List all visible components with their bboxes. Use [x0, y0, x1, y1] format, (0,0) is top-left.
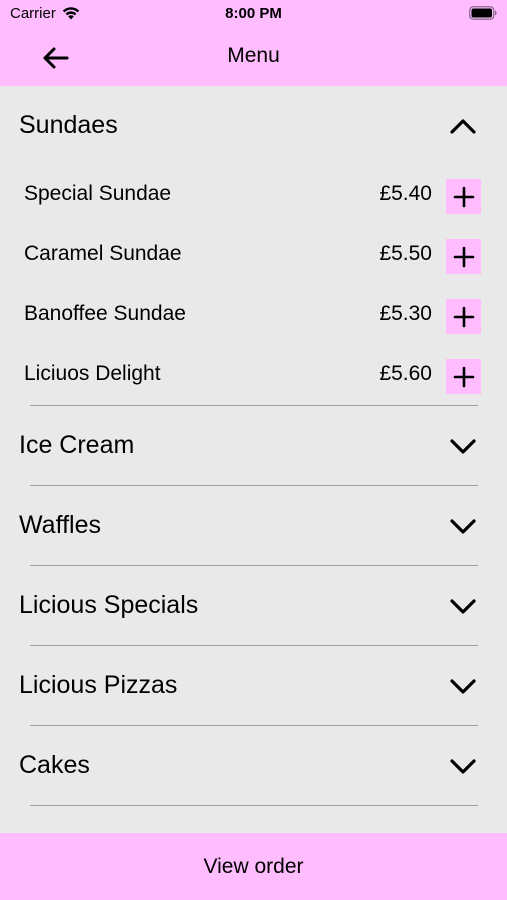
divider [30, 805, 478, 806]
plus-icon [453, 306, 474, 327]
chevron-down-icon [450, 679, 476, 694]
section-title: Cakes [19, 751, 90, 779]
section-header-licious-specials[interactable]: Licious Specials [0, 566, 507, 646]
section-title: Licious Pizzas [19, 671, 178, 699]
section-title: Sundaes [19, 111, 118, 139]
page-title: Menu [227, 44, 280, 67]
item-price: £5.50 [379, 242, 432, 265]
section-header-sundaes[interactable]: Sundaes [0, 86, 507, 166]
chevron-up-icon [450, 119, 476, 134]
add-item-button[interactable] [446, 179, 481, 214]
plus-icon [453, 186, 474, 207]
item-name: Banoffee Sundae [24, 302, 186, 325]
status-time: 8:00 PM [225, 5, 282, 22]
view-order-button[interactable]: View order [0, 833, 507, 900]
section-header-cakes[interactable]: Cakes [0, 726, 507, 806]
list-item: Banoffee Sundae £5.30 [0, 286, 507, 346]
chevron-down-icon [450, 439, 476, 454]
battery-icon [469, 6, 497, 20]
top-bar: Carrier 8:00 PM Menu [0, 0, 507, 86]
section-header-licious-pizzas[interactable]: Licious Pizzas [0, 646, 507, 726]
item-name: Liciuos Delight [24, 362, 161, 385]
add-item-button[interactable] [446, 239, 481, 274]
chevron-down-icon [450, 759, 476, 774]
section-header-waffles[interactable]: Waffles [0, 486, 507, 566]
view-order-label: View order [203, 854, 304, 878]
chevron-down-icon [450, 599, 476, 614]
section-title: Licious Specials [19, 591, 199, 619]
item-price: £5.60 [379, 362, 432, 385]
add-item-button[interactable] [446, 359, 481, 394]
section-title: Waffles [19, 511, 101, 539]
item-name: Special Sundae [24, 182, 172, 205]
plus-icon [453, 366, 474, 387]
list-item: Caramel Sundae £5.50 [0, 226, 507, 286]
list-item: Special Sundae £5.40 [0, 166, 507, 226]
section-title: Ice Cream [19, 431, 135, 459]
chevron-down-icon [450, 519, 476, 534]
menu-list: Sundaes Special Sundae £5.40 Caramel Sun… [0, 86, 507, 833]
item-name: Caramel Sundae [24, 242, 182, 265]
add-item-button[interactable] [446, 299, 481, 334]
item-price: £5.30 [379, 302, 432, 325]
list-item: Liciuos Delight £5.60 [0, 346, 507, 406]
plus-icon [453, 246, 474, 267]
status-bar: Carrier 8:00 PM [0, 0, 507, 30]
nav-bar: Menu [0, 30, 507, 86]
section-header-ice-cream[interactable]: Ice Cream [0, 406, 507, 486]
item-price: £5.40 [379, 182, 432, 205]
